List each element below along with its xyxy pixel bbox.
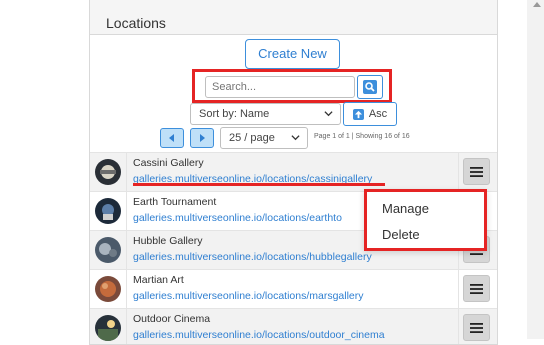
sort-direction-label: Asc: [368, 108, 388, 120]
hamburger-icon: [470, 283, 483, 294]
search-button[interactable]: [357, 75, 383, 99]
per-page-select[interactable]: 25 / page: [220, 127, 308, 149]
location-thumbnail: [95, 198, 121, 224]
search-highlight: [192, 69, 392, 103]
list-item: Martian Art galleries.multiverseonline.i…: [90, 269, 497, 308]
location-name: Outdoor Cinema: [133, 313, 211, 325]
page-info: Page 1 of 1 | Showing 16 of 16: [314, 133, 410, 140]
location-thumbnail: [95, 237, 121, 263]
location-thumbnail: [95, 159, 121, 185]
location-link[interactable]: galleries.multiverseonline.io/locations/…: [133, 212, 342, 224]
sort-asc-icon: [352, 108, 364, 120]
menu-item-delete[interactable]: Delete: [382, 227, 420, 242]
list-item: Outdoor Cinema galleries.multiverseonlin…: [90, 308, 497, 344]
next-page-icon: [200, 134, 205, 142]
sort-select[interactable]: Sort by: Name: [190, 103, 341, 125]
sort-select-value: Sort by: Name: [199, 108, 270, 120]
link-highlight-underline: [133, 183, 385, 186]
next-page-button[interactable]: [190, 128, 214, 148]
row-menu-button[interactable]: [463, 158, 490, 185]
chevron-down-icon: [291, 135, 300, 141]
sort-direction-button[interactable]: Asc: [343, 102, 397, 126]
prev-page-icon: [169, 134, 174, 142]
hamburger-icon: [470, 322, 483, 333]
location-name: Hubble Gallery: [133, 235, 203, 247]
row-context-menu: Manage Delete: [364, 189, 487, 251]
locations-panel: Locations Create New Sort by: Name Asc 2…: [89, 0, 498, 345]
location-link[interactable]: galleries.multiverseonline.io/locations/…: [133, 329, 385, 341]
location-link[interactable]: galleries.multiverseonline.io/locations/…: [133, 251, 372, 263]
chevron-down-icon: [324, 111, 333, 117]
location-thumbnail: [95, 276, 121, 302]
menu-item-manage[interactable]: Manage: [382, 201, 429, 216]
per-page-value: 25 / page: [229, 132, 275, 144]
create-new-button[interactable]: Create New: [245, 39, 340, 69]
panel-title: Locations: [90, 0, 497, 35]
location-thumbnail: [95, 315, 121, 341]
scroll-up-icon[interactable]: [533, 2, 541, 7]
search-icon: [363, 80, 377, 94]
prev-page-button[interactable]: [160, 128, 184, 148]
location-name: Cassini Gallery: [133, 157, 204, 169]
page-scrollbar[interactable]: [527, 0, 544, 339]
location-link[interactable]: galleries.multiverseonline.io/locations/…: [133, 290, 364, 302]
hamburger-icon: [470, 166, 483, 177]
search-input[interactable]: [205, 76, 355, 98]
location-name: Martian Art: [133, 274, 184, 286]
location-name: Earth Tournament: [133, 196, 217, 208]
row-menu-button[interactable]: [463, 314, 490, 341]
row-menu-button[interactable]: [463, 275, 490, 302]
